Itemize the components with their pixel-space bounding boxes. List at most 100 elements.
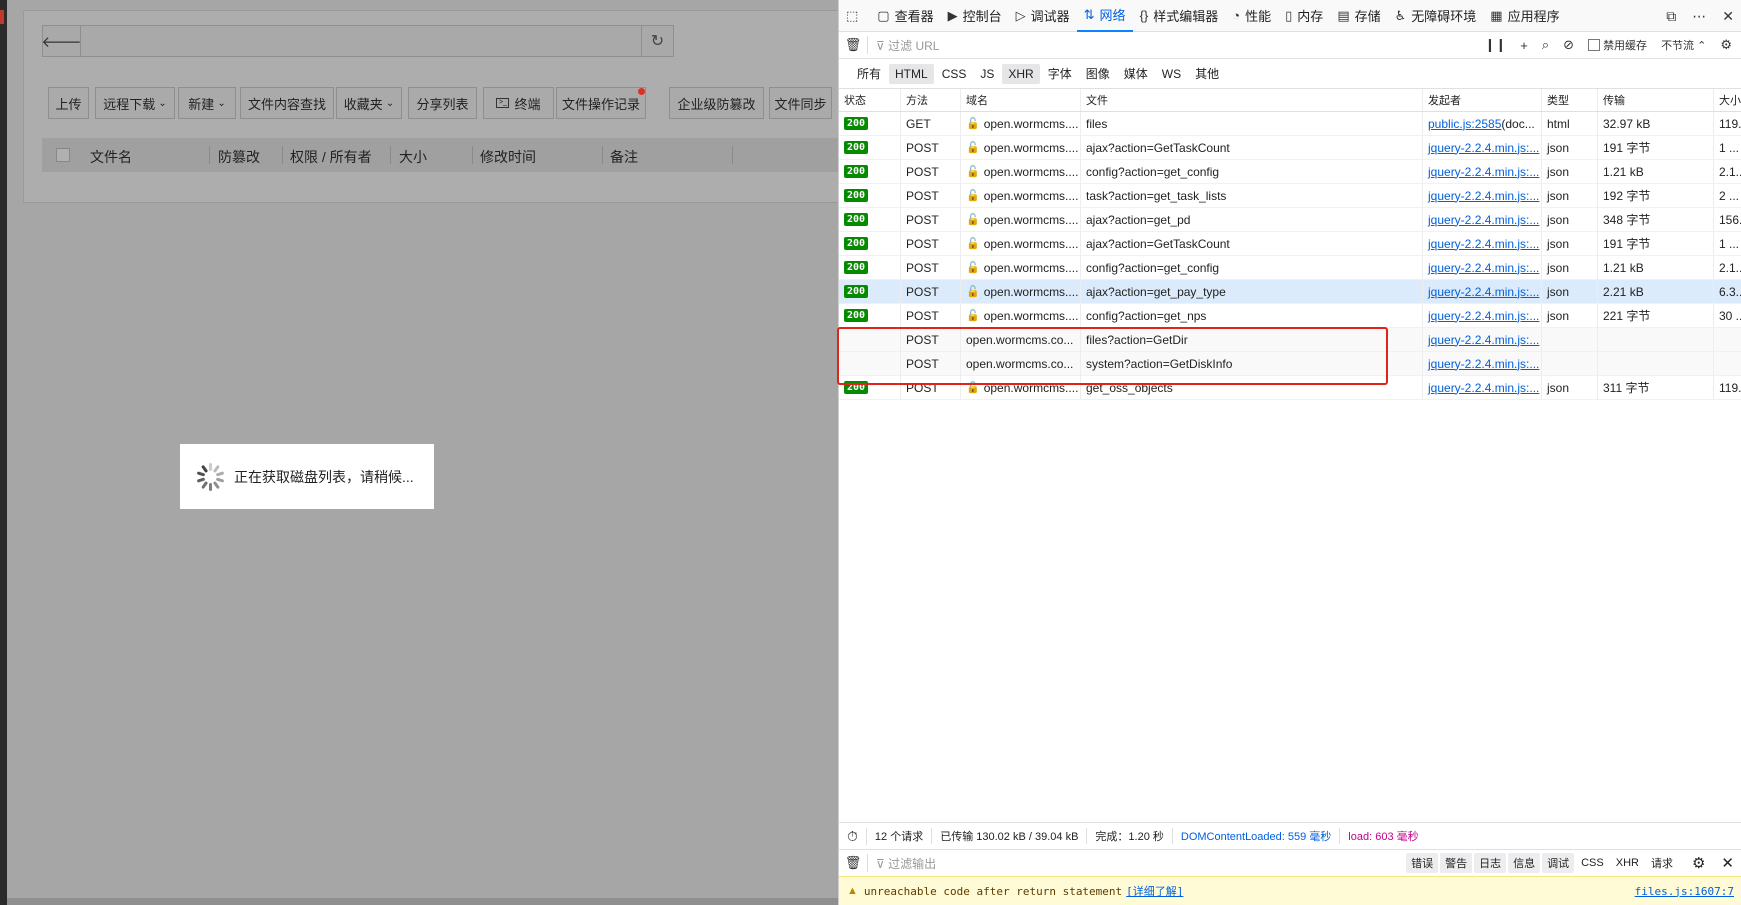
devtools-tab-8[interactable]: ♿ 无障碍环境 [1388,0,1484,32]
element-picker-icon[interactable]: ⬚ [839,0,870,32]
toolbar-button-5[interactable]: 分享列表 [408,87,477,119]
toolbar-button-9[interactable]: 文件同步 [769,87,832,119]
console-level-0[interactable]: 错误 [1406,853,1439,873]
toolbar-button-3[interactable]: 文件内容查找 [240,87,334,119]
type-filter-0[interactable]: 所有 [851,62,887,85]
console-close-icon[interactable]: ✕ [1713,854,1741,872]
pause-icon[interactable]: ❙❙ [1484,37,1506,53]
devtools-tab-4[interactable]: {} 样式编辑器 [1133,0,1226,32]
initiator-link[interactable]: jquery-2.2.4.min.js:... [1428,309,1539,323]
select-all-checkbox[interactable] [56,148,70,162]
console-filter-input[interactable]: ⊽ 过滤输出 [868,855,1406,872]
console-level-2[interactable]: 日志 [1474,853,1507,873]
console-level-5[interactable]: CSS [1576,855,1609,871]
col-filename[interactable]: 文件名 [90,147,132,167]
disable-cache-checkbox[interactable]: 禁用缓存 [1588,37,1647,53]
toolbar-button-7[interactable]: 文件操作记录 [556,87,646,119]
col-tamper[interactable]: 防篡改 [218,147,260,167]
devtools-tab-3[interactable]: ⇅ 网络 [1076,0,1133,32]
console-level-3[interactable]: 信息 [1508,853,1541,873]
url-filter-input[interactable]: ⊽ 过滤 URL [868,37,1484,54]
back-arrow-icon[interactable]: 🡐 [41,26,82,56]
devtools-tab-9[interactable]: ▦ 应用程序 [1483,0,1566,32]
initiator-link[interactable]: jquery-2.2.4.min.js:... [1428,285,1539,299]
col-mtime[interactable]: 修改时间 [480,147,536,167]
console-level-4[interactable]: 调试 [1542,853,1575,873]
header-domain[interactable]: 域名 [961,89,1081,111]
type-filter-3[interactable]: JS [974,64,1000,84]
devtools-tab-7[interactable]: ▤ 存储 [1330,0,1387,32]
type-filter-5[interactable]: 字体 [1042,62,1078,85]
type-filter-8[interactable]: WS [1156,64,1187,84]
cell-type: json [1542,304,1598,327]
request-row[interactable]: 200 POST 🔓 open.wormcms.... task?action=get_… [839,184,1741,208]
request-row[interactable]: 200 POST 🔓 open.wormcms.... ajax?action=GetT… [839,136,1741,160]
request-row[interactable]: 200 GET 🔓 open.wormcms.... files public.js:25… [839,112,1741,136]
request-row[interactable]: 200 POST 🔓 open.wormcms.... ajax?action=GetT… [839,232,1741,256]
learn-more-link[interactable]: [详细了解] [1126,883,1183,899]
header-method[interactable]: 方法 [901,89,961,111]
refresh-icon[interactable]: ↻ [641,26,673,56]
console-trash-icon[interactable]: 🗑 [839,855,867,871]
toolbar-button-0[interactable]: 上传 [48,87,89,119]
console-level-6[interactable]: XHR [1611,855,1644,871]
console-level-1[interactable]: 警告 [1440,853,1473,873]
more-options-icon[interactable]: ⋯ [1684,8,1714,25]
insecure-lock-icon: 🔓 [966,214,980,226]
warning-source-link[interactable]: files.js:1607:7 [1635,885,1734,898]
toolbar-button-1[interactable]: 远程下载 ⌄ [95,87,175,119]
header-status[interactable]: 状态 [839,89,901,111]
initiator-link[interactable]: jquery-2.2.4.min.js:... [1428,357,1539,371]
toolbar-button-6[interactable]: >_ 终端 [483,87,554,119]
devtools-tab-6[interactable]: ▯ 内存 [1278,0,1330,32]
request-row[interactable]: 200 POST 🔓 open.wormcms.... config?action=ge… [839,256,1741,280]
throttle-select[interactable]: 不节流 ⌃ [1661,37,1706,53]
search-icon[interactable]: ⌕ [1542,37,1549,53]
devtools-tab-5[interactable]: ◔ 性能 [1225,0,1278,32]
header-type[interactable]: 类型 [1542,89,1598,111]
toolbar-button-4[interactable]: 收藏夹 ⌄ [336,87,402,119]
header-transferred[interactable]: 传输 [1598,89,1714,111]
type-filter-6[interactable]: 图像 [1080,62,1116,85]
request-row[interactable]: 200 POST 🔓 open.wormcms.... config?action=ge… [839,304,1741,328]
header-file[interactable]: 文件 [1081,89,1423,111]
col-size[interactable]: 大小 [399,147,427,167]
initiator-link[interactable]: jquery-2.2.4.min.js:... [1428,261,1539,275]
request-row[interactable]: 200 POST 🔓 open.wormcms.... config?action=ge… [839,160,1741,184]
initiator-link[interactable]: jquery-2.2.4.min.js:... [1428,141,1539,155]
add-icon[interactable]: + [1520,38,1528,53]
cell-method-text: POST [906,188,939,203]
request-row[interactable]: 200 POST 🔓 open.wormcms.... ajax?action=get_… [839,208,1741,232]
devtools-tab-0[interactable]: ▢ 查看器 [870,0,940,32]
gear-icon[interactable]: ⚙ [1720,37,1732,53]
header-initiator[interactable]: 发起者 [1423,89,1542,111]
type-filter-1[interactable]: HTML [889,63,934,84]
console-level-7[interactable]: 请求 [1646,853,1678,873]
request-row[interactable]: 200 POST 🔓 open.wormcms.... ajax?action=get_… [839,280,1741,304]
col-permission[interactable]: 权限 / 所有者 [290,147,372,167]
trash-icon[interactable]: 🗑 [839,37,867,53]
initiator-link[interactable]: jquery-2.2.4.min.js:... [1428,381,1539,395]
toolbar-button-2[interactable]: 新建 ⌄ [178,87,236,119]
initiator-link[interactable]: jquery-2.2.4.min.js:... [1428,189,1539,203]
col-note[interactable]: 备注 [610,147,638,167]
type-filter-2[interactable]: CSS [936,64,973,84]
type-filter-9[interactable]: 其他 [1189,62,1225,85]
cell-size-text: 119... [1719,116,1741,131]
header-size[interactable]: 大小 [1714,89,1741,111]
devtools-tab-2[interactable]: ▷ 调试器 [1009,0,1077,32]
dock-icon[interactable]: ⧉ [1658,8,1684,25]
toolbar-button-8[interactable]: 企业级防篡改 [669,87,764,119]
cell-status: 200 [839,160,901,183]
type-filter-4[interactable]: XHR [1002,63,1040,84]
initiator-link[interactable]: public.js:2585 [1428,117,1501,131]
block-icon[interactable]: ⊘ [1563,37,1574,53]
type-filter-7[interactable]: 媒体 [1118,62,1154,85]
initiator-link[interactable]: jquery-2.2.4.min.js:... [1428,213,1539,227]
close-icon[interactable]: ✕ [1714,8,1741,25]
devtools-tab-1[interactable]: ▶ 控制台 [941,0,1009,32]
initiator-link[interactable]: jquery-2.2.4.min.js:... [1428,237,1539,251]
console-gear-icon[interactable]: ⚙ [1684,854,1713,872]
initiator-link[interactable]: jquery-2.2.4.min.js:... [1428,333,1539,347]
initiator-link[interactable]: jquery-2.2.4.min.js:... [1428,165,1539,179]
